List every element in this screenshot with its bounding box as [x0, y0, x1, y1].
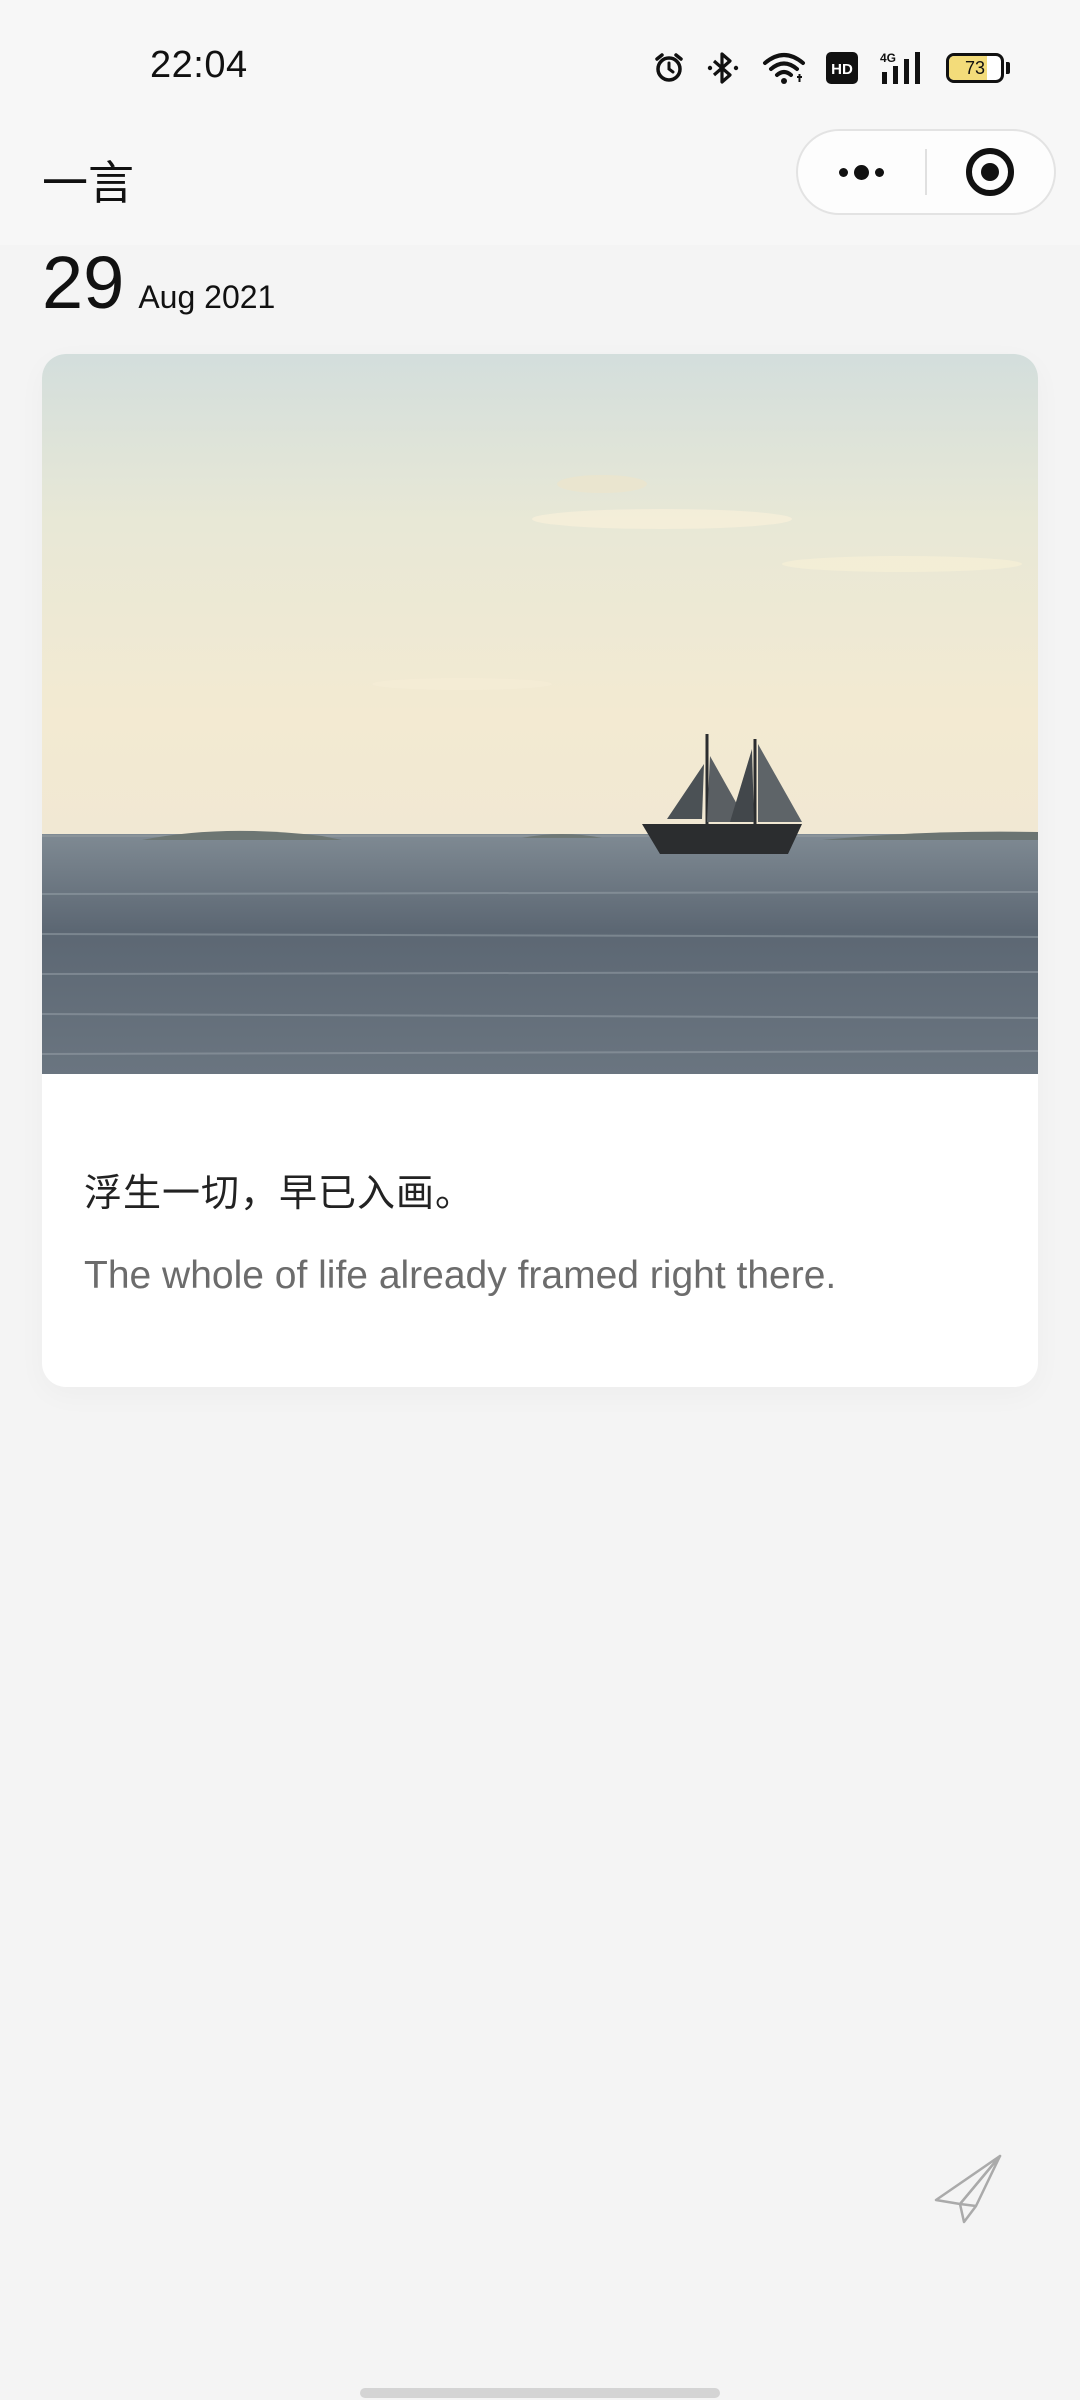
share-button[interactable]: [930, 2150, 1006, 2226]
date-month-year: Aug 2021: [138, 279, 276, 315]
status-icons: HD 4G 73: [652, 48, 1010, 88]
battery-level: 73: [964, 58, 986, 78]
more-icon: [839, 164, 884, 180]
target-icon: [966, 148, 1015, 196]
hd-label: HD: [831, 61, 853, 78]
wifi-icon: [763, 53, 805, 84]
date-day: 29: [42, 241, 125, 324]
hd-icon: HD: [826, 52, 858, 84]
paper-plane-icon: [934, 2154, 1002, 2224]
quote-english: The whole of life already framed right t…: [84, 1254, 837, 1297]
status-time: 22:04: [150, 44, 248, 86]
mini-program-capsule: [796, 129, 1056, 215]
screen: 22:04 HD 4G 73 一言 29 Aug 2021 浮生一切，早已入画。…: [0, 0, 1080, 2400]
status-bar: 22:04 HD 4G 73: [0, 0, 1080, 135]
battery-icon: 73: [946, 53, 1004, 83]
bluetooth-icon: [707, 52, 739, 84]
battery-tip: [1006, 62, 1010, 74]
close-button[interactable]: [927, 131, 1054, 213]
nav-bar: 一言: [0, 129, 1080, 245]
sailboat-at-sea-photo: [42, 354, 1038, 1074]
app-title: 一言: [42, 156, 134, 210]
quote-card[interactable]: 浮生一切，早已入画。 The whole of life already fra…: [42, 354, 1038, 1387]
more-button[interactable]: [798, 131, 925, 213]
date-heading: 29 Aug 2021: [42, 240, 275, 325]
network-label: 4G: [880, 51, 896, 65]
alarm-icon: [655, 53, 683, 82]
home-indicator[interactable]: [360, 2388, 720, 2398]
quote-chinese: 浮生一切，早已入画。: [84, 1171, 475, 1215]
signal-4g-icon: 4G: [880, 51, 920, 84]
